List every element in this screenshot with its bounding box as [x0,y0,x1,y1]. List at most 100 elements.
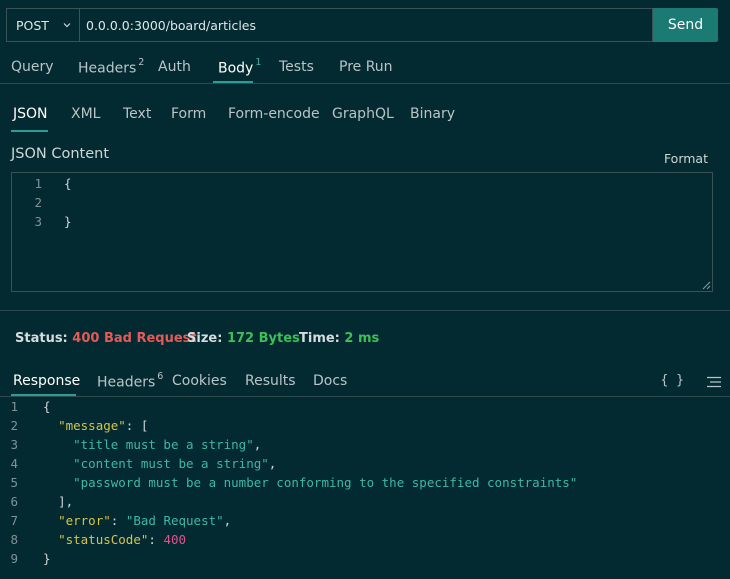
line-number: 1 [10,399,18,414]
code-text: ], [18,494,73,513]
response-tabs: Response Headers 6 Cookies Results Docs {… [0,368,730,397]
tab-response-headers[interactable]: Headers 6 [97,371,164,391]
tab-badge: 2 [138,57,145,68]
format-button[interactable]: Format [664,151,708,166]
tab-tests[interactable]: Tests [279,59,314,75]
tab-xml[interactable]: XML [71,106,100,122]
response-line: 5 "password must be a number conforming … [0,475,577,494]
line-number: 1 [34,176,42,191]
active-tab-indicator [11,130,48,132]
tab-query[interactable]: Query [11,59,54,75]
response-line: 2 "message": [ [0,418,148,437]
code-text: "password must be a number conforming to… [18,475,577,494]
json-key: "message" [58,418,126,433]
tab-label: Headers [97,374,156,391]
tab-label: Tests [279,59,314,75]
code-text: "error": "Bad Request", [18,513,231,532]
code-text: } [64,214,72,229]
tab-body[interactable]: Body 1 [218,57,262,77]
method-label: POST [16,17,49,33]
editor-line: 1 { [12,176,71,195]
line-number: 5 [10,475,18,490]
json-punct: : [110,513,126,528]
json-string: "password must be a number conforming to… [73,475,578,490]
json-punct: , [268,456,277,471]
size-info: Size: 172 Bytes [187,331,300,346]
json-punct: : [ [125,418,149,433]
line-number: 3 [10,437,18,452]
brace-close: } [43,551,51,566]
tab-docs[interactable]: Docs [313,373,347,389]
json-number: 400 [163,532,187,547]
tab-auth[interactable]: Auth [158,59,191,75]
url-text: 0.0.0.0:3000/board/articles [86,17,256,33]
tab-badge: 1 [255,57,262,68]
response-body[interactable]: 1 { 2 "message": [ 3 "title must be a st… [0,398,730,579]
tab-cookies[interactable]: Cookies [172,373,227,389]
thunder-client-panel: POST 0.0.0.0:3000/board/articles Send Qu… [0,0,730,579]
response-line: 8 "statusCode": 400 [0,532,186,551]
response-line: 6 ], [0,494,73,513]
line-number: 4 [10,456,18,471]
code-text: } [18,551,51,570]
json-punct: , [253,437,262,452]
response-line: 1 { [0,399,51,418]
line-number: 3 [34,214,42,229]
json-content-label: JSON Content [11,146,110,162]
tab-label: Docs [313,373,348,389]
tab-binary[interactable]: Binary [410,106,455,122]
divider [0,310,730,311]
tab-headers[interactable]: Headers 2 [78,57,145,77]
tab-json[interactable]: JSON [13,106,48,122]
url-bar: POST 0.0.0.0:3000/board/articles Send [6,8,718,42]
status-info: Status: 400 Bad Request [15,331,197,346]
status-label: Status: [15,331,68,346]
tab-pre-run[interactable]: Pre Run [339,59,393,75]
tab-response[interactable]: Response [13,373,80,389]
size-value: 172 Bytes [226,331,300,346]
active-tab-indicator [213,81,253,83]
code-text: { [18,399,51,418]
tab-text[interactable]: Text [123,106,151,122]
line-number: 6 [10,494,18,509]
menu-lines-icon[interactable] [707,376,721,388]
tab-label: Body [218,60,254,77]
json-string: "Bad Request" [125,513,224,528]
tab-label: Headers [78,60,137,77]
json-key: "statusCode" [58,532,149,547]
brace-open: { [43,399,51,414]
active-tab-indicator [11,394,76,396]
line-number: 8 [10,532,18,547]
size-label: Size: [187,331,223,346]
editor-line: 3 } [12,214,72,233]
status-value: 400 Bad Request [72,331,197,346]
chevron-down-icon [63,23,71,28]
tab-badge: 6 [157,371,164,382]
json-string: "title must be a string" [73,437,254,452]
url-input[interactable]: 0.0.0.0:3000/board/articles [79,8,653,42]
send-button[interactable]: Send [653,8,718,42]
tab-form-encode[interactable]: Form-encode [228,106,320,122]
tab-form[interactable]: Form [171,106,206,122]
tab-label: Results [245,373,296,389]
method-select[interactable]: POST [6,8,79,42]
line-number: 2 [10,418,18,433]
line-number: 7 [10,513,18,528]
json-punct: : [148,532,164,547]
response-line: 3 "title must be a string", [0,437,261,456]
time-label: Time: [299,331,340,346]
tab-label: Pre Run [339,59,393,75]
resize-handle-icon[interactable] [702,281,711,290]
response-line: 7 "error": "Bad Request", [0,513,231,532]
time-value: 2 ms [344,331,380,346]
tab-label: Response [13,373,81,389]
tab-graphql[interactable]: GraphQL [332,106,394,122]
tab-label: Auth [158,59,191,75]
body-editor[interactable]: 1 { 2 3 } [11,172,713,292]
time-info: Time: 2 ms [299,331,379,346]
braces-icon[interactable]: { } [661,373,684,388]
tab-label: Query [11,59,54,75]
tab-results[interactable]: Results [245,373,296,389]
json-punct: , [223,513,232,528]
tab-label: Cookies [172,373,227,389]
